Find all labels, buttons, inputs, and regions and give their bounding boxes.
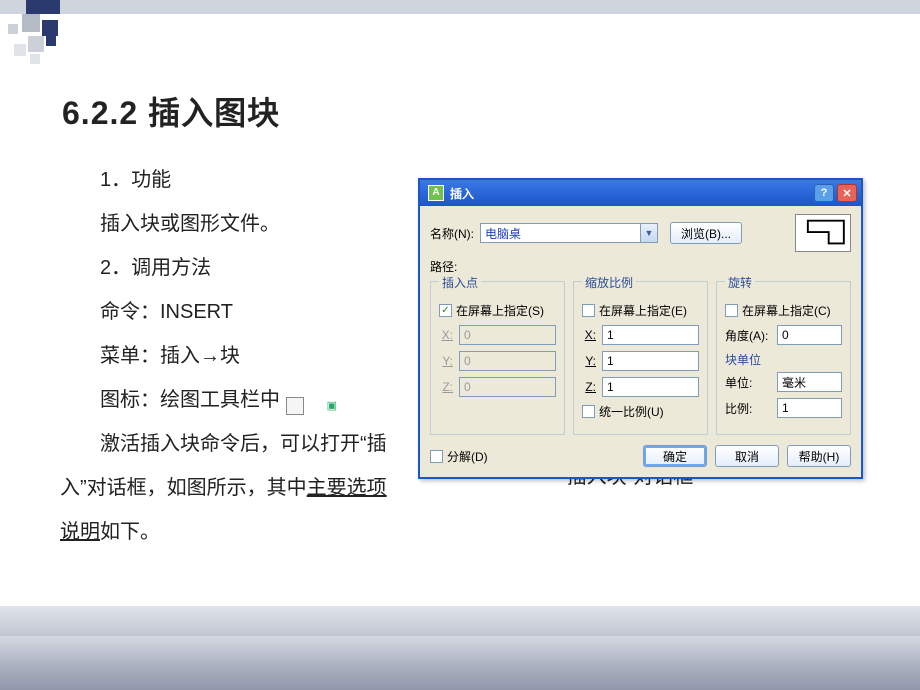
rotate-specify-label: 在屏幕上指定(C) [742,302,831,319]
name-combobox[interactable]: 电脑桌 ▼ [480,223,658,243]
block-unit-subtitle: 块单位 [725,351,842,368]
p-icon: 图标：绘图工具栏中 ▣ [60,378,400,422]
name-label: 名称(N): [430,225,474,242]
insert-y-input: 0 [459,351,556,371]
insert-x-input: 0 [459,325,556,345]
body-text: 1．功能 插入块或图形文件。 2．调用方法 命令：INSERT 菜单：插入→块 … [60,158,400,554]
uniform-scale-checkbox[interactable] [582,405,595,418]
ok-button[interactable]: 确定 [643,445,707,467]
unit-label: 单位: [725,374,771,391]
scale-z-input[interactable]: 1 [602,377,699,397]
group-rotate-title: 旋转 [725,274,755,291]
corner-decor [8,14,76,62]
scale-y-input[interactable]: 1 [602,351,699,371]
ratio-input: 1 [777,398,842,418]
scale-x-input[interactable]: 1 [602,325,699,345]
dialog-titlebar: A 插入 ? ✕ [420,180,861,206]
ratio-label: 比例: [725,400,771,417]
cancel-button[interactable]: 取消 [715,445,779,467]
insert-block-icon: ▣ [286,397,304,415]
explode-label: 分解(D) [447,448,488,465]
titlebar-close-button[interactable]: ✕ [837,184,857,202]
dialog-title-text: 插入 [450,185,474,202]
section-heading: 6.2.2 插入图块 [62,88,280,134]
insert-specify-label: 在屏幕上指定(S) [456,302,544,319]
p-function-title: 1．功能 [60,158,400,202]
top-strip [0,0,920,14]
insert-specify-checkbox[interactable]: ✓ [439,304,452,317]
uniform-scale-label: 统一比例(U) [599,403,664,420]
group-scale-title: 缩放比例 [582,274,636,291]
name-value: 电脑桌 [485,225,521,242]
unit-input: 毫米 [777,372,842,392]
p-menu: 菜单：插入→块 [60,334,400,378]
browse-button[interactable]: 浏览(B)... [670,222,742,244]
group-insert-point: 插入点 ✓ 在屏幕上指定(S) X:0 Y:0 Z:0 [430,281,565,435]
explode-checkbox[interactable] [430,450,443,463]
chevron-down-icon[interactable]: ▼ [640,224,657,242]
p-desc-2: 如下。 [100,521,160,543]
p-icon-text: 图标：绘图工具栏中 [100,389,280,411]
titlebar-help-button[interactable]: ? [814,184,834,202]
help-button[interactable]: 帮助(H) [787,445,851,467]
p-desc: 激活插入块命令后，可以打开“插入”对话框，如图所示，其中主要选项说明如下。 [60,422,400,554]
p-function-desc: 插入块或图形文件。 [60,202,400,246]
group-rotate: 旋转 在屏幕上指定(C) 角度(A):0 块单位 单位:毫米 比例:1 [716,281,851,435]
p-command: 命令：INSERT [60,290,400,334]
group-scale: 缩放比例 在屏幕上指定(E) X:1 Y:1 Z:1 统一比例(U) [573,281,708,435]
scale-specify-label: 在屏幕上指定(E) [599,302,687,319]
angle-label: 角度(A): [725,327,771,344]
insert-z-input: 0 [459,377,556,397]
block-preview [795,214,851,252]
path-label: 路径: [430,258,457,275]
dialog-app-icon: A [428,185,444,201]
p-invoke-title: 2．调用方法 [60,246,400,290]
group-insert-title: 插入点 [439,274,481,291]
insert-dialog: A 插入 ? ✕ 名称(N): 电脑桌 ▼ 浏览(B)... 路径: 插入点 ✓ [418,178,863,479]
rotate-specify-checkbox[interactable] [725,304,738,317]
scale-specify-checkbox[interactable] [582,304,595,317]
bottom-decor [0,606,920,636]
angle-input[interactable]: 0 [777,325,842,345]
